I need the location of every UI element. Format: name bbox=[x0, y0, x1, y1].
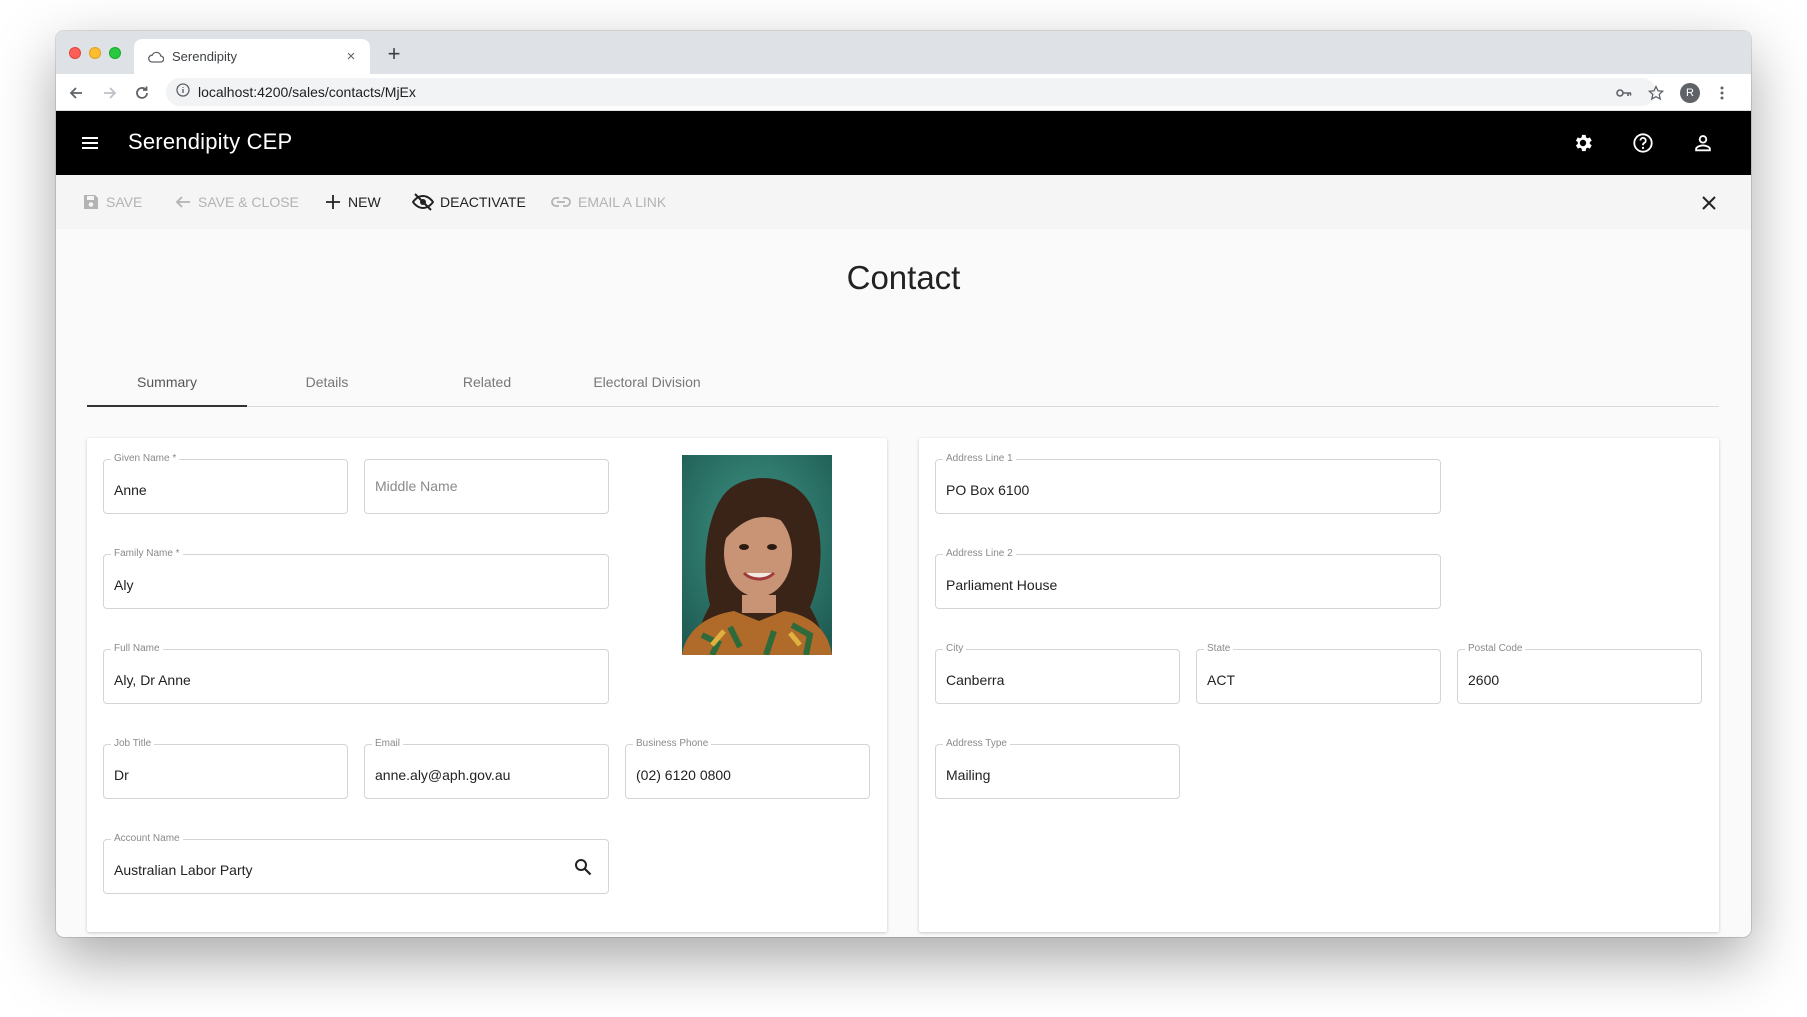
address-line2-value: Parliament House bbox=[946, 577, 1058, 593]
address-type-label: Address Type bbox=[943, 738, 1010, 750]
address-line1-label: Address Line 1 bbox=[943, 453, 1016, 465]
window-minimize-button[interactable] bbox=[89, 47, 101, 59]
page-title: Contact bbox=[846, 259, 961, 296]
address-type-value: Mailing bbox=[946, 767, 991, 783]
family-name-field[interactable]: Family Name * Aly bbox=[103, 548, 609, 609]
person-icon[interactable] bbox=[1689, 129, 1717, 157]
tab-summary[interactable]: Summary bbox=[87, 357, 247, 407]
new-label: New bbox=[348, 194, 381, 210]
postal-code-value: 2600 bbox=[1468, 672, 1500, 688]
state-value: ACT bbox=[1207, 672, 1235, 688]
middle-name-placeholder: Middle Name bbox=[375, 478, 458, 494]
arrow-back-icon bbox=[175, 196, 190, 208]
key-icon[interactable] bbox=[1612, 81, 1636, 105]
window-close-button[interactable] bbox=[69, 47, 81, 59]
state-field[interactable]: State ACT bbox=[1196, 643, 1441, 704]
address-line1-value: PO Box 6100 bbox=[946, 482, 1030, 498]
bookmark-star-icon[interactable] bbox=[1644, 81, 1668, 105]
account-name-label: Account Name bbox=[111, 833, 183, 845]
city-field[interactable]: City Canberra bbox=[935, 643, 1180, 704]
business-phone-value: (02) 6120 0800 bbox=[636, 767, 731, 783]
given-name-field[interactable]: Given Name * Anne bbox=[103, 453, 348, 514]
tab-details[interactable]: Details bbox=[247, 357, 407, 407]
browser-tab[interactable]: Serendipity × bbox=[134, 39, 370, 74]
profile-avatar[interactable]: R bbox=[1678, 81, 1702, 105]
close-icon[interactable] bbox=[1697, 191, 1721, 215]
info-icon[interactable] bbox=[176, 82, 190, 102]
email-link-label: Email a Link bbox=[578, 194, 667, 210]
save-close-label: Save & Close bbox=[198, 194, 299, 210]
back-icon[interactable] bbox=[64, 81, 88, 105]
address-line1-field[interactable]: Address Line 1 PO Box 6100 bbox=[935, 453, 1441, 514]
deactivate-label: Deactivate bbox=[440, 194, 526, 210]
tab-related[interactable]: Related bbox=[407, 357, 567, 407]
city-label: City bbox=[943, 643, 967, 655]
family-name-label: Family Name * bbox=[111, 548, 183, 560]
new-tab-button[interactable]: + bbox=[382, 42, 406, 66]
given-name-value: Anne bbox=[114, 482, 147, 498]
email-value: anne.aly@aph.gov.au bbox=[375, 767, 511, 783]
save-label: Save bbox=[106, 194, 143, 210]
save-button[interactable]: Save bbox=[82, 191, 142, 213]
browser-window: Serendipity × + localhost:4200/sales/con… bbox=[56, 31, 1751, 937]
search-icon[interactable] bbox=[574, 858, 594, 878]
address-type-field[interactable]: Address Type Mailing bbox=[935, 738, 1180, 799]
profile-initial: R bbox=[1680, 83, 1700, 103]
family-name-value: Aly bbox=[114, 577, 134, 593]
reload-icon[interactable] bbox=[130, 81, 154, 105]
active-tab-indicator bbox=[87, 405, 247, 407]
hamburger-menu-icon[interactable] bbox=[78, 131, 102, 155]
middle-name-field[interactable]: Middle Name bbox=[364, 459, 609, 514]
email-label: Email bbox=[372, 738, 404, 750]
job-title-label: Job Title bbox=[111, 738, 155, 750]
browser-toolbar: localhost:4200/sales/contacts/MjEx R bbox=[56, 74, 1751, 111]
url-text: localhost:4200/sales/contacts/MjEx bbox=[198, 84, 416, 100]
address-bar[interactable]: localhost:4200/sales/contacts/MjEx bbox=[166, 78, 1656, 106]
account-name-value: Australian Labor Party bbox=[114, 862, 253, 878]
tab-close-icon[interactable]: × bbox=[342, 48, 360, 65]
forward-icon[interactable] bbox=[98, 81, 122, 105]
save-close-button[interactable]: Save & Close bbox=[174, 191, 299, 213]
browser-tabstrip: Serendipity × + bbox=[56, 31, 1751, 74]
business-phone-label: Business Phone bbox=[633, 738, 712, 750]
browser-menu-icon[interactable] bbox=[1710, 81, 1734, 105]
link-icon bbox=[551, 197, 571, 207]
gear-icon[interactable] bbox=[1569, 129, 1597, 157]
tab-electoral-division[interactable]: Electoral Division bbox=[567, 357, 727, 407]
full-name-label: Full Name bbox=[111, 643, 163, 655]
city-value: Canberra bbox=[946, 672, 1005, 688]
app-header: Serendipity CEP bbox=[56, 111, 1751, 175]
state-label: State bbox=[1204, 643, 1234, 655]
postal-code-field[interactable]: Postal Code 2600 bbox=[1457, 643, 1702, 704]
business-phone-field[interactable]: Business Phone (02) 6120 0800 bbox=[625, 738, 870, 799]
address-line2-field[interactable]: Address Line 2 Parliament House bbox=[935, 548, 1441, 609]
new-button[interactable]: New bbox=[324, 191, 381, 213]
full-name-value: Aly, Dr Anne bbox=[114, 672, 191, 688]
deactivate-button[interactable]: Deactivate bbox=[412, 191, 526, 213]
account-name-field[interactable]: Account Name Australian Labor Party bbox=[103, 833, 609, 894]
command-bar: Save Save & Close New Deactivate Email a… bbox=[56, 175, 1751, 229]
eye-off-icon bbox=[412, 193, 434, 211]
email-link-button[interactable]: Email a Link bbox=[550, 191, 666, 213]
app-brand[interactable]: Serendipity CEP bbox=[128, 129, 292, 155]
job-title-value: Dr bbox=[114, 767, 129, 783]
tab-bar: Summary Details Related Electoral Divisi… bbox=[87, 357, 1719, 407]
job-title-field[interactable]: Job Title Dr bbox=[103, 738, 348, 799]
full-name-field[interactable]: Full Name Aly, Dr Anne bbox=[103, 643, 609, 704]
browser-tab-title: Serendipity bbox=[172, 49, 238, 64]
given-name-label: Given Name * bbox=[111, 453, 180, 465]
postal-code-label: Postal Code bbox=[1465, 643, 1526, 655]
help-icon[interactable] bbox=[1629, 129, 1657, 157]
window-zoom-button[interactable] bbox=[109, 47, 121, 59]
address-line2-label: Address Line 2 bbox=[943, 548, 1016, 560]
plus-icon bbox=[326, 195, 340, 209]
contact-photo bbox=[682, 455, 832, 655]
email-field[interactable]: Email anne.aly@aph.gov.au bbox=[364, 738, 609, 799]
cloud-icon bbox=[148, 49, 164, 65]
save-icon bbox=[84, 195, 98, 209]
